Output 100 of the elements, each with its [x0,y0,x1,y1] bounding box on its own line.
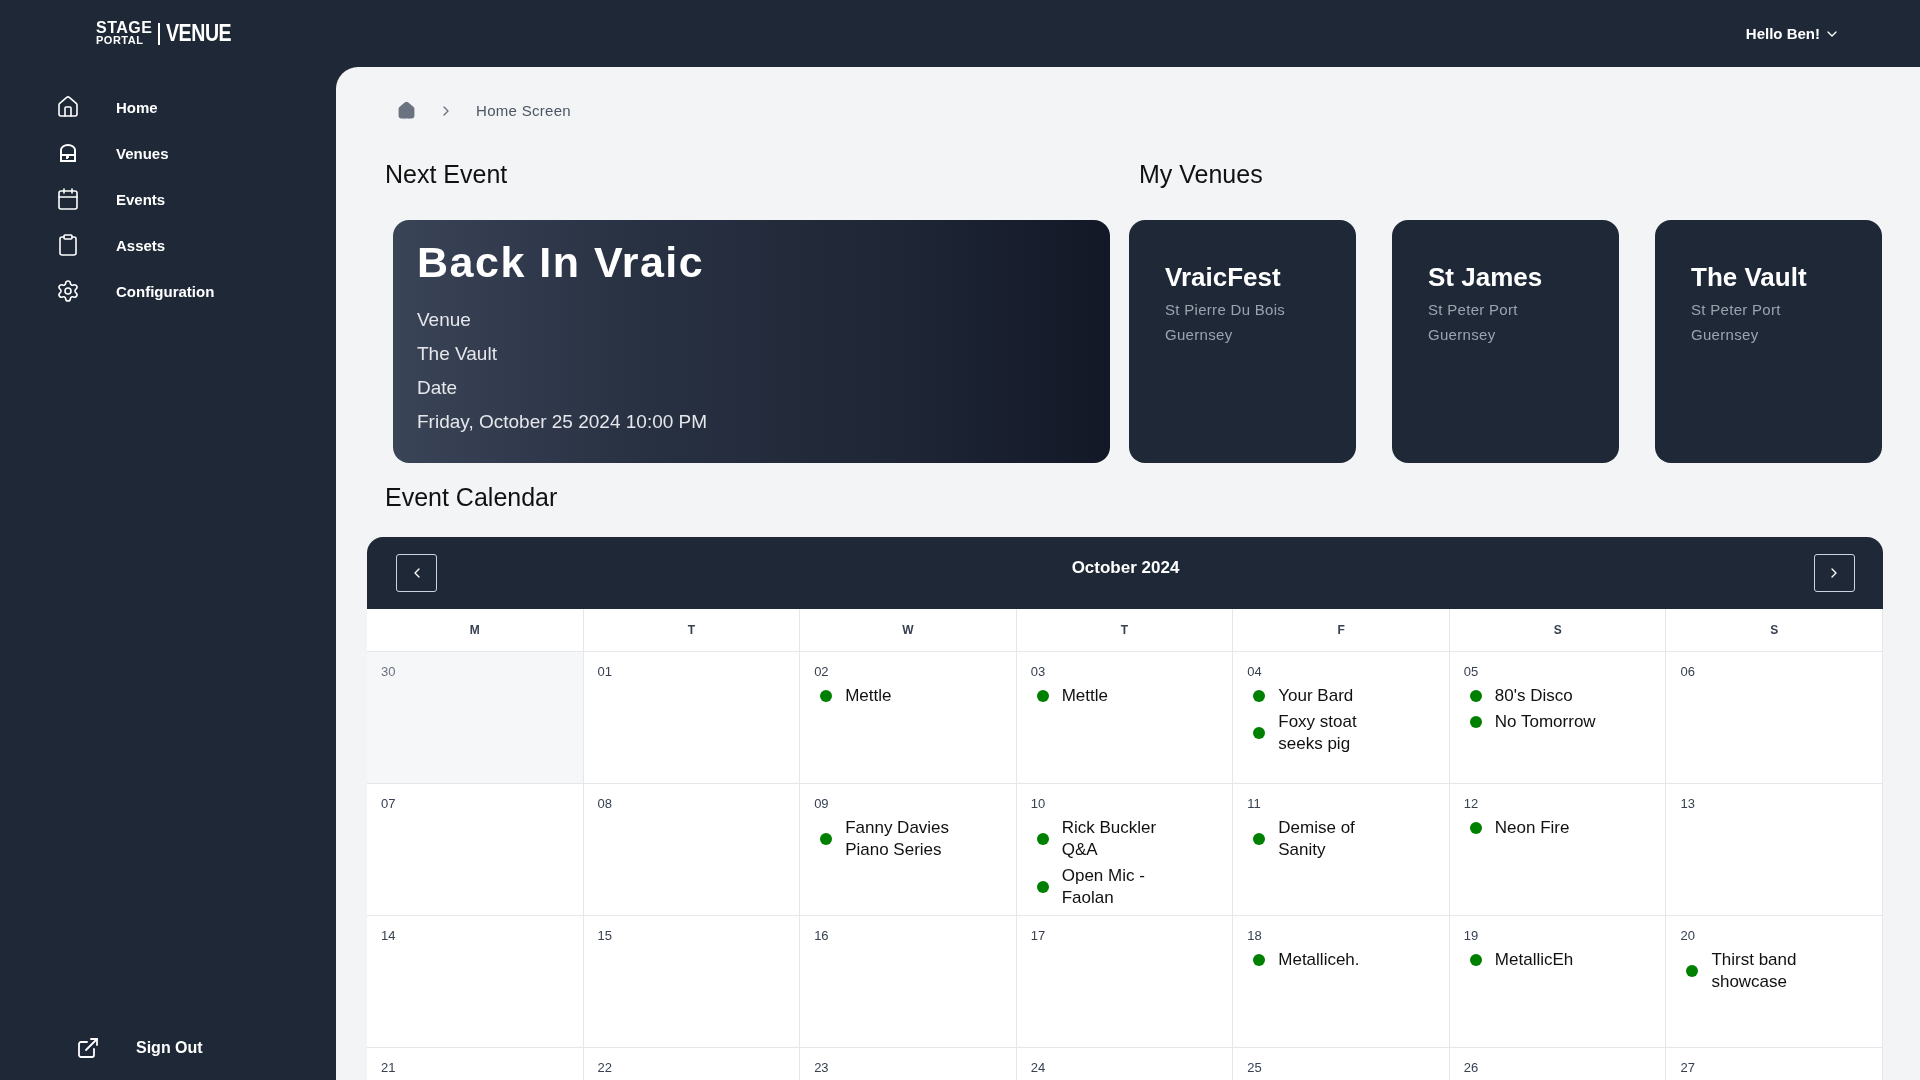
event-label[interactable]: Neon Fire [1494,817,1570,839]
event-label[interactable]: Foxy stoat seeks pig [1278,711,1397,755]
day-cell[interactable]: 04 Your Bard Foxy stoat seeks pig [1233,652,1450,784]
event-detail: Date [417,376,459,400]
status-dot [1469,690,1482,702]
day-cell[interactable]: 17 [1016,916,1234,1048]
day-cell[interactable]: 07 [367,784,584,916]
venue-island: Guernsey [1691,325,1760,345]
sidebar-item[interactable]: Events [56,187,336,211]
status-dot [1253,727,1266,739]
status-dot [820,833,833,845]
status-dot [1469,822,1482,834]
share-icon [76,1036,100,1060]
day-cell[interactable]: 06 [1666,652,1883,784]
event-label[interactable]: Fanny Davies Piano Series [845,817,964,861]
venue-island: Guernsey [1428,325,1497,345]
day-cell[interactable]: 09 Fanny Davies Piano Series [800,784,1017,916]
day-number: 20 [1680,928,1695,943]
day-cell[interactable]: 14 [367,916,584,1048]
status-dot [1469,954,1482,966]
status-dot [1036,881,1049,893]
event-detail: The Vault [417,342,498,366]
event-detail: Venue [417,308,472,332]
day-number: 17 [1030,928,1046,943]
day-cell[interactable]: 03 Mettle [1016,652,1234,784]
day-cell[interactable]: 30 [367,652,584,784]
status-dot [1253,833,1266,845]
venue-name: St James [1428,262,1544,293]
day-number: 18 [1247,928,1262,943]
event-label[interactable]: Open Mic - Faolan [1061,865,1180,909]
user-menu[interactable]: Hello Ben! [1745,25,1840,42]
venue-town: St Pierre Du Bois [1165,300,1287,320]
day-number: 03 [1030,664,1046,679]
day-cell[interactable]: 18 Metalliceh. [1233,916,1450,1048]
day-number: 11 [1247,796,1261,811]
sidebar-item[interactable]: Assets [56,233,336,257]
settings-icon [56,279,80,303]
day-number: 19 [1463,928,1479,943]
day-cell[interactable]: 15 [583,916,801,1048]
day-cell[interactable]: 05 80's Disco No Tomorrow [1449,652,1667,784]
clipboard-icon [56,233,80,257]
venue-card[interactable]: The Vault St Peter Port Guernsey [1655,220,1882,463]
event-title: Back In Vraic [417,238,706,287]
day-cell[interactable]: 01 [583,652,801,784]
section-heading: Event Calendar [385,483,559,513]
next-month-button[interactable] [1814,554,1855,592]
status-dot [1686,965,1699,977]
sidebar-item[interactable]: Configuration [56,279,336,303]
day-cell[interactable]: 16 [800,916,1017,1048]
venue-town: St Peter Port [1428,300,1519,320]
day-cell[interactable]: 19 MetallicEh [1449,916,1667,1048]
sidebar-item[interactable]: Venues [56,141,336,165]
event-label[interactable]: Demise of Sanity [1278,817,1397,861]
event-label[interactable]: Mettle [845,685,892,707]
month-title: October 2024 [1071,558,1180,578]
event-card[interactable]: Back In Vraic Venue The Vault Date Friday, October 25 2024 10:00 PM [393,220,1110,463]
event-label[interactable]: Your Bard [1278,685,1354,707]
day-number: 15 [597,928,613,943]
day-cell[interactable]: 20 Thirst band showcase [1666,916,1883,1048]
venue-card[interactable]: St James St Peter Port Guernsey [1392,220,1619,463]
event-label[interactable]: MetallicEh [1494,949,1574,971]
previous-month-button[interactable] [396,554,437,592]
event-label[interactable]: Rick Buckler Q&A [1061,817,1180,861]
status-dot [1253,954,1266,966]
status-dot [1036,833,1049,845]
event-label[interactable]: Thirst band showcase [1711,949,1830,993]
day-number: 16 [814,928,829,943]
day-number: 05 [1463,664,1479,679]
day-cell[interactable]: 02 Mettle [800,652,1017,784]
day-number: 09 [814,796,829,811]
day-number: 06 [1680,664,1695,679]
day-number: 13 [1680,796,1695,811]
home-icon[interactable] [397,101,416,120]
status-dot [1253,690,1266,702]
day-number: 25 [1247,1060,1262,1075]
calendar-icon [56,187,80,211]
day-number: 23 [814,1060,829,1075]
day-number: 12 [1463,796,1479,811]
event-label[interactable]: 80's Disco [1494,685,1573,707]
day-number: 21 [381,1060,396,1075]
event-label[interactable]: Metalliceh. [1278,949,1360,971]
day-number: 10 [1030,796,1046,811]
day-number: 04 [1247,664,1262,679]
day-number: 27 [1680,1060,1695,1075]
event-label[interactable]: No Tomorrow [1494,711,1596,733]
event-label[interactable]: Mettle [1061,685,1108,707]
venue-name: The Vault [1691,262,1808,293]
day-cell[interactable]: 12 Neon Fire [1449,784,1667,916]
day-number: 01 [597,664,613,679]
breadcrumb-item: Home Screen [476,102,571,119]
day-cell[interactable]: 11 Demise of Sanity [1233,784,1450,916]
sign-out-link[interactable]: Sign Out [76,1036,336,1060]
venue-island: Guernsey [1165,325,1234,345]
day-cell[interactable]: 13 [1666,784,1883,916]
venue-name: VraicFest [1165,262,1282,293]
day-cell[interactable]: 08 [583,784,801,916]
sidebar-item[interactable]: Home [56,95,336,119]
day-number: 08 [597,796,613,811]
day-cell[interactable]: 10 Rick Buckler Q&A Open Mic - Faolan [1016,784,1234,916]
venue-card[interactable]: VraicFest St Pierre Du Bois Guernsey [1129,220,1356,463]
